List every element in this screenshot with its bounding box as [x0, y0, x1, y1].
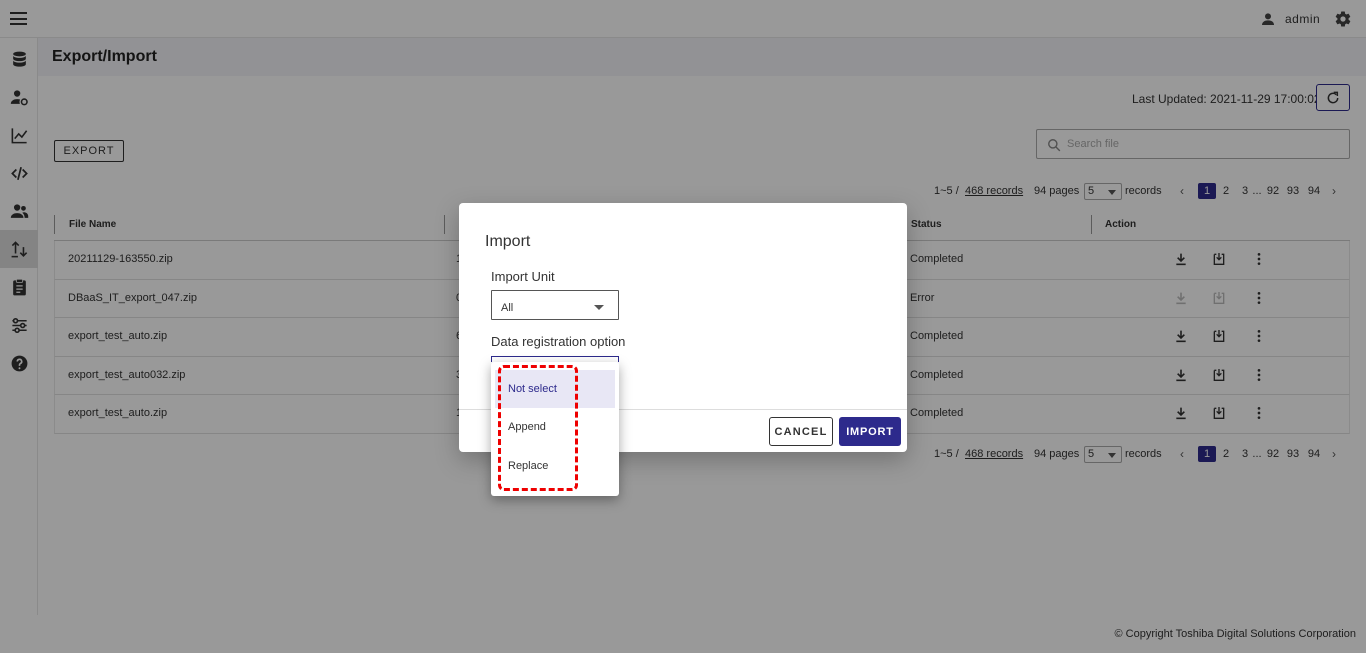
dialog-title: Import — [485, 233, 531, 250]
import-unit-label: Import Unit — [491, 269, 555, 284]
chevron-down-icon — [594, 305, 604, 310]
data-option-label: Data registration option — [491, 334, 626, 349]
highlight-annotation — [498, 365, 578, 491]
import-unit-select[interactable]: All — [491, 290, 619, 320]
import-unit-value: All — [501, 302, 514, 314]
import-button[interactable]: IMPORT — [839, 417, 901, 446]
cancel-button[interactable]: CANCEL — [769, 417, 833, 446]
